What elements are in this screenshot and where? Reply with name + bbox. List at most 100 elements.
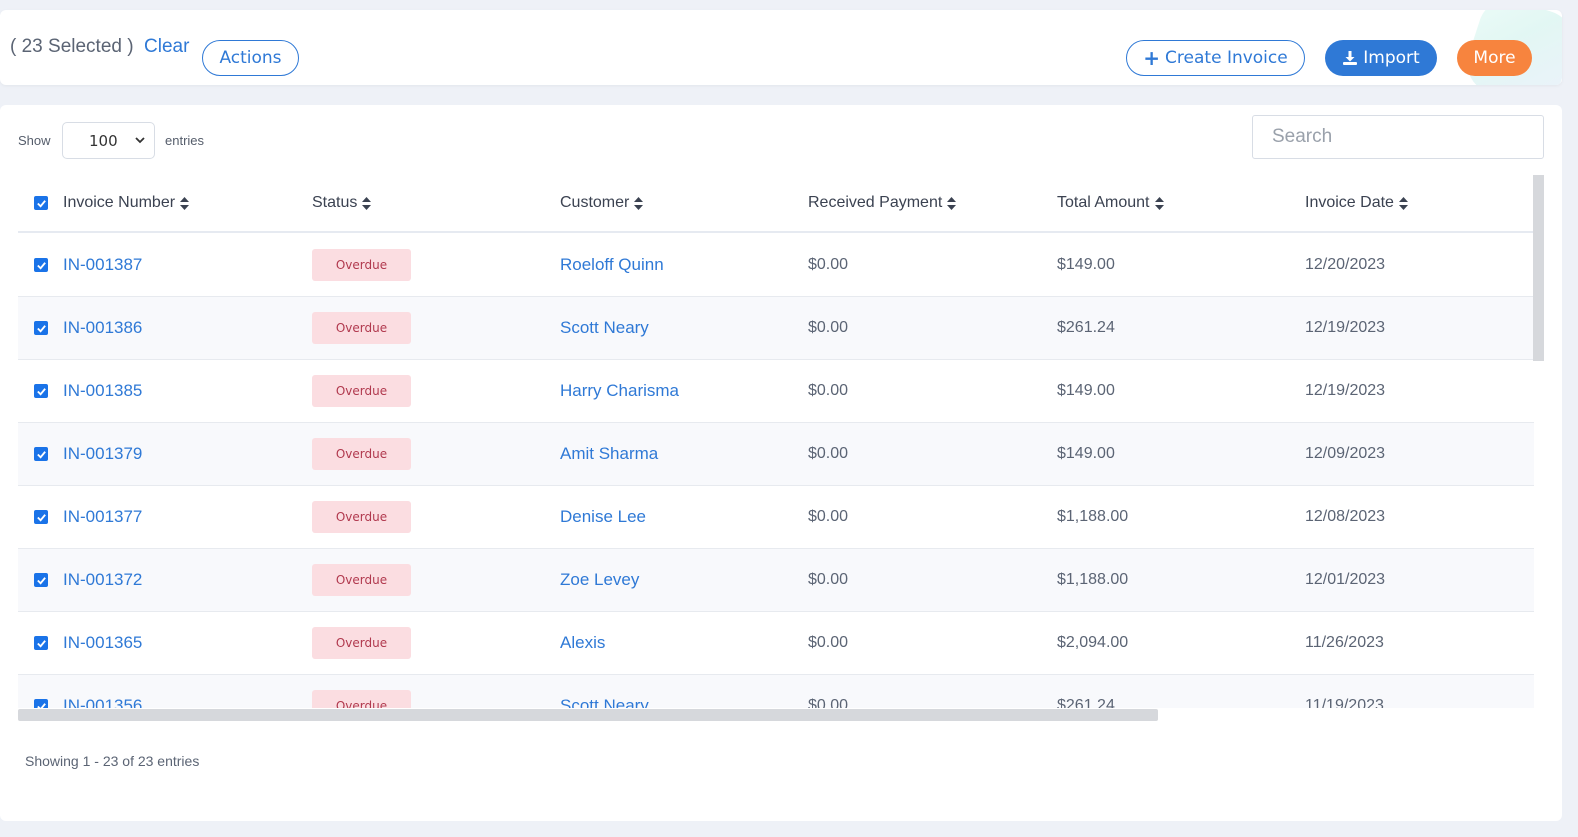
customer-cell: Harry Charisma [560,360,679,422]
invoice-cell: IN-001385 [63,360,142,422]
check-icon [36,199,46,208]
invoice-number-link[interactable]: IN-001356 [63,696,142,708]
row-checkbox[interactable] [34,573,48,587]
column-header-received-payment[interactable]: Received Payment [808,175,957,231]
invoice-number-link[interactable]: IN-001377 [63,507,142,527]
create-invoice-button[interactable]: + Create Invoice [1126,40,1305,76]
received-cell: $0.00 [808,360,848,422]
table-row: IN-001365 Overdue Alexis $0.00 $2,094.00… [18,612,1534,675]
check-icon [36,513,46,522]
status-badge: Overdue [312,627,411,659]
invoice-number-link[interactable]: IN-001387 [63,255,142,275]
customer-link[interactable]: Alexis [560,633,605,653]
customer-link[interactable]: Scott Neary [560,318,649,338]
status-badge: Overdue [312,312,411,344]
row-checkbox[interactable] [34,636,48,650]
date-cell: 12/20/2023 [1305,234,1385,296]
customer-link[interactable]: Roeloff Quinn [560,255,664,275]
clear-selection-link[interactable]: Clear [144,36,189,58]
sort-icon [1398,196,1408,210]
invoice-number-link[interactable]: IN-001372 [63,570,142,590]
customer-link[interactable]: Harry Charisma [560,381,679,401]
total-cell: $149.00 [1057,234,1115,296]
invoice-cell: IN-001387 [63,234,142,296]
received-payment: $0.00 [808,508,849,525]
table-header: Invoice Number Status Customer Received … [18,175,1534,233]
row-checkbox[interactable] [34,699,48,708]
select-all-checkbox[interactable] [34,196,48,210]
column-label: Invoice Date [1305,194,1394,211]
check-icon [36,639,46,648]
import-label: Import [1363,48,1420,68]
date-cell: 11/26/2023 [1305,612,1384,674]
show-label: Show [18,133,51,148]
customer-link[interactable]: Amit Sharma [560,444,658,464]
total-cell: $261.24 [1057,675,1115,708]
status-badge: Overdue [312,501,411,533]
import-button[interactable]: Import [1325,40,1437,76]
invoice-date: 12/19/2023 [1305,319,1386,336]
status-cell: Overdue [312,297,411,359]
invoice-number-link[interactable]: IN-001385 [63,381,142,401]
received-payment: $0.00 [808,571,849,588]
row-select-cell [34,360,48,422]
row-select-cell [34,549,48,611]
invoice-cell: IN-001356 [63,675,142,708]
table-row: IN-001379 Overdue Amit Sharma $0.00 $149… [18,423,1534,486]
total-amount: $1,188.00 [1057,571,1129,588]
received-cell: $0.00 [808,423,848,485]
row-select-cell [34,234,48,296]
chevron-down-icon [135,137,145,144]
status-cell: Overdue [312,675,411,708]
horizontal-scrollbar[interactable] [18,709,1158,721]
total-amount: $261.24 [1057,319,1115,336]
column-header-status[interactable]: Status [312,175,372,231]
customer-link[interactable]: Scott Neary [560,696,649,708]
row-checkbox[interactable] [34,321,48,335]
column-label: Customer [560,194,630,211]
invoice-number-link[interactable]: IN-001365 [63,633,142,653]
invoice-date: 12/08/2023 [1305,508,1386,525]
select-all-cell [34,175,48,231]
invoice-number-link[interactable]: IN-001379 [63,444,142,464]
column-label: Total Amount [1057,194,1150,211]
status-badge: Overdue [312,564,411,596]
column-label: Invoice Number [63,194,176,211]
entries-per-page-select[interactable]: 100 [62,122,155,159]
column-header-customer[interactable]: Customer [560,175,644,231]
table-row: IN-001385 Overdue Harry Charisma $0.00 $… [18,360,1534,423]
actions-button[interactable]: Actions [202,40,299,76]
vertical-scrollbar[interactable] [1533,175,1544,361]
received-payment: $0.00 [808,256,849,273]
invoice-number-link[interactable]: IN-001386 [63,318,142,338]
status-cell: Overdue [312,234,411,296]
customer-link[interactable]: Zoe Levey [560,570,639,590]
total-amount: $149.00 [1057,382,1115,399]
customer-cell: Amit Sharma [560,423,658,485]
total-amount: $149.00 [1057,256,1115,273]
customer-link[interactable]: Denise Lee [560,507,646,527]
table-row: IN-001387 Overdue Roeloff Quinn $0.00 $1… [18,234,1534,297]
received-cell: $0.00 [808,549,848,611]
row-checkbox[interactable] [34,510,48,524]
more-button[interactable]: More [1457,40,1532,76]
row-checkbox[interactable] [34,384,48,398]
status-cell: Overdue [312,423,411,485]
column-header-total-amount[interactable]: Total Amount [1057,175,1164,231]
sort-icon [180,196,190,210]
total-cell: $149.00 [1057,360,1115,422]
customer-cell: Denise Lee [560,486,646,548]
invoice-cell: IN-001365 [63,612,142,674]
check-icon [36,324,46,333]
status-cell: Overdue [312,549,411,611]
column-header-invoice-number[interactable]: Invoice Number [63,175,190,231]
sort-icon [634,196,644,210]
column-header-invoice-date[interactable]: Invoice Date [1305,175,1408,231]
date-cell: 12/19/2023 [1305,360,1385,422]
search-input[interactable] [1252,115,1544,159]
row-checkbox[interactable] [34,447,48,461]
total-cell: $1,188.00 [1057,486,1128,548]
row-checkbox[interactable] [34,258,48,272]
date-cell: 12/08/2023 [1305,486,1385,548]
received-payment: $0.00 [808,382,849,399]
